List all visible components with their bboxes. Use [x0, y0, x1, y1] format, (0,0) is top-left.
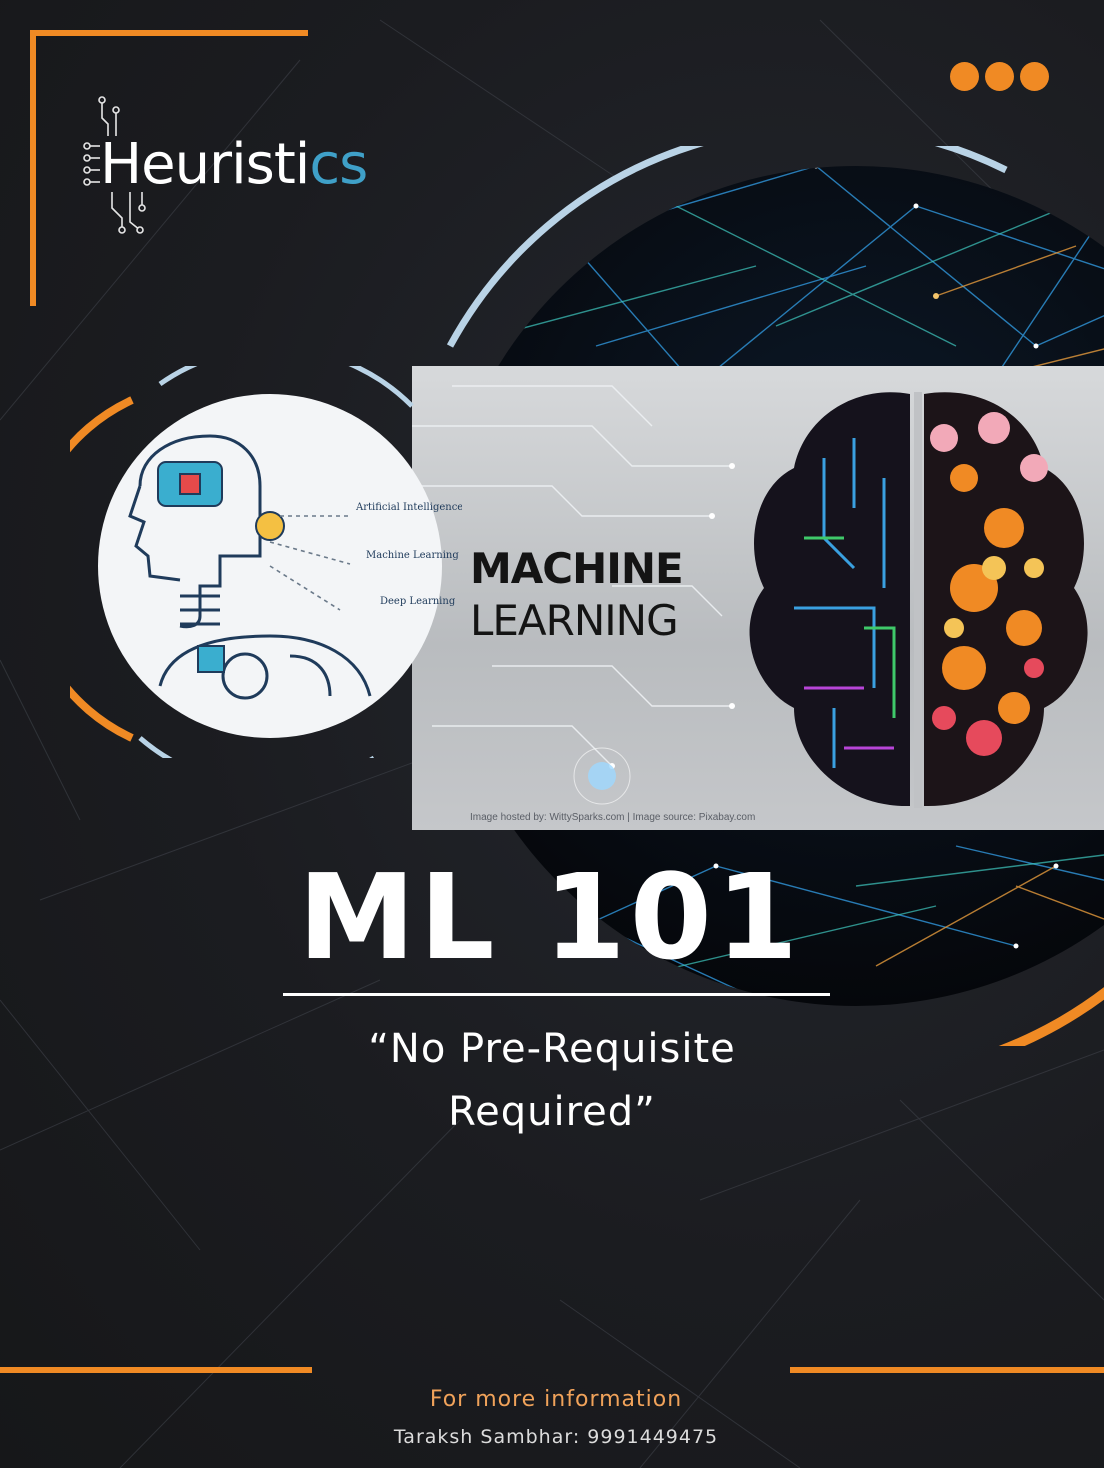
banner-title-line2: LEARNING [470, 596, 679, 645]
corner-frame-vertical [30, 30, 36, 306]
illustration-label-ml: Machine Learning [366, 550, 459, 561]
dot [985, 62, 1014, 91]
more-dots-icon[interactable] [950, 62, 1049, 91]
course-subtitle: “No Pre-Requisite Required” [300, 1018, 804, 1144]
title-underline [283, 993, 830, 996]
subtitle-line1: “No Pre-Requisite [368, 1026, 736, 1072]
illustration-label-ai: Artificial Intelligence [355, 502, 462, 513]
corner-frame-horizontal [30, 30, 308, 36]
logo-text-highlight: cs [309, 132, 368, 197]
illustration-label-dl: Deep Learning [380, 596, 456, 607]
footer-bar-right [790, 1367, 1104, 1373]
robot-head-icon: Artificial Intelligence Machine Learning… [70, 366, 462, 758]
poster: Heuristics MACHINE LEARNING Image hosted… [0, 0, 1104, 1468]
machine-learning-banner: MACHINE LEARNING Image hosted by: WittyS… [412, 366, 1104, 830]
subtitle-line2: Required” [448, 1089, 656, 1135]
image-credit: Image hosted by: WittySparks.com | Image… [470, 812, 756, 823]
contact-line[interactable]: Taraksh Sambhar: 9991449475 [300, 1426, 812, 1448]
footer-bar-left [0, 1367, 312, 1373]
brand-logo: Heuristics [82, 96, 422, 236]
dot [950, 62, 979, 91]
dot [1020, 62, 1049, 91]
course-title: ML 101 [297, 848, 802, 986]
logo-text: Heuristics [100, 132, 368, 197]
info-heading: For more information [429, 1387, 683, 1412]
banner-title-line1: MACHINE [470, 544, 684, 593]
